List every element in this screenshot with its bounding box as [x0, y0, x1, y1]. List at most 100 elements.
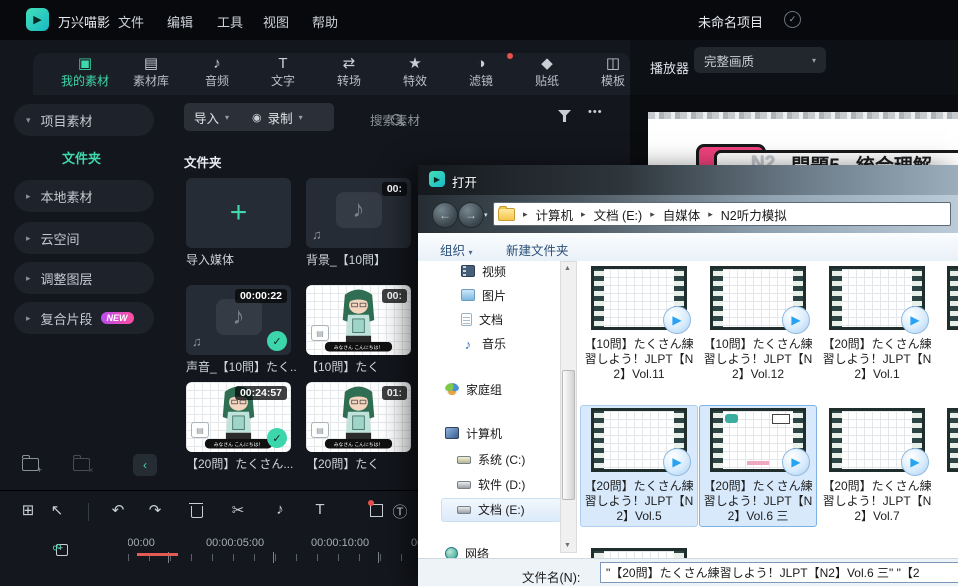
back-button[interactable]: ←: [432, 202, 458, 228]
file-item-partial-column[interactable]: [947, 408, 958, 472]
file-item-vol11[interactable]: ▶ 【10問】たくさん練習しよう！JLPT【N2】Vol.11: [583, 266, 695, 382]
media-item-label: 【20問】たくさん...: [186, 455, 296, 472]
sidebar-item-adjustment-layer[interactable]: ▸ 调整图层: [14, 262, 154, 294]
chevron-down-icon: ▾: [26, 115, 31, 126]
chevron-down-icon: ▾: [812, 56, 816, 65]
redo-icon[interactable]: ↷: [144, 501, 166, 519]
crop-icon[interactable]: [370, 504, 383, 517]
delete-icon[interactable]: [191, 506, 203, 518]
file-item-vol12[interactable]: ▶ 【10問】たくさん練習しよう！JLPT【N2】Vol.12: [702, 266, 814, 382]
new-folder-button[interactable]: 新建文件夹: [506, 240, 569, 259]
collapse-sidebar-button[interactable]: ‹: [133, 454, 157, 476]
media-item-label: 背景_【10問】: [306, 251, 418, 268]
tab-transition[interactable]: ⇄ 转场: [317, 55, 381, 95]
split-scissors-icon[interactable]: ✂: [227, 501, 249, 519]
sidebar-item-local-media[interactable]: ▸ 本地素材: [14, 180, 154, 212]
sidebar-item-pictures[interactable]: 图片: [461, 285, 506, 305]
filename-row: 文件名(N): "【20問】たくさん練習しよう！JLPT【N2】Vol.6 三"…: [418, 558, 958, 586]
sidebar-item-drive-d[interactable]: 软件 (D:): [457, 474, 525, 494]
tab-stickers[interactable]: ◆ 贴纸: [515, 55, 579, 95]
sidebar-item-project-media[interactable]: ▾ 项目素材: [14, 104, 154, 136]
undo-icon[interactable]: ↶: [107, 501, 129, 519]
tab-stock-media[interactable]: ▤ 素材库: [119, 55, 183, 95]
file-item-partial-column[interactable]: [947, 266, 958, 330]
breadcrumb-drive-e[interactable]: 文档 (E:): [594, 205, 643, 224]
layout-tool-icon[interactable]: ⊞: [17, 501, 39, 519]
breadcrumb-n2-folder[interactable]: N2听力模拟: [721, 205, 787, 224]
quick-text-icon[interactable]: Ⓣ: [389, 501, 411, 522]
timeline-ruler[interactable]: 00:00:00 00:00:05:00 00:00:10:00 00: [128, 536, 418, 566]
dialog-toolbar: 组织 ▾ 新建文件夹: [418, 233, 958, 262]
more-options-icon[interactable]: •••: [588, 106, 603, 118]
tab-text[interactable]: T 文字: [251, 55, 315, 95]
play-overlay-icon: ▶: [901, 448, 929, 476]
media-item-audio-voice[interactable]: ♪ ♫ 00:00:22 ✓: [186, 285, 291, 355]
scroll-down-icon[interactable]: ▼: [562, 542, 573, 549]
menu-help[interactable]: 帮助: [312, 12, 338, 31]
record-icon: ◉: [252, 111, 262, 124]
dialog-title-bar[interactable]: ▶ 打开: [418, 165, 958, 195]
menu-view[interactable]: 视图: [263, 12, 289, 31]
text-tool-icon[interactable]: T: [309, 501, 331, 518]
tab-audio[interactable]: ♪ 音频: [185, 55, 249, 95]
tab-filters[interactable]: ◑ 滤镜: [449, 55, 513, 95]
media-item-video-20q-a[interactable]: みなさん こんにちは！ ▤ 00:24:57 ✓: [186, 382, 291, 452]
sidebar-item-cloud[interactable]: ▸ 云空间: [14, 222, 154, 254]
app-name: 万兴喵影: [58, 12, 110, 31]
stickers-icon: ◆: [515, 55, 579, 72]
file-item-vol1[interactable]: ▶ 【20問】たくさん練習しよう！JLPT【N2】Vol.1: [821, 266, 933, 382]
breadcrumb-computer[interactable]: 计算机: [536, 205, 574, 224]
audio-icon: ♪: [185, 55, 249, 72]
sidebar-item-music[interactable]: ♪ 音乐: [461, 333, 506, 353]
filename-input[interactable]: "【20問】たくさん練習しよう！JLPT【N2】Vol.6 三" "【2: [600, 562, 958, 583]
recent-locations-chevron-icon[interactable]: ▾: [484, 211, 488, 219]
dialog-body: 视频 图片 文档 ♪ 音乐 家庭组 计算机: [418, 261, 958, 558]
import-media-tile[interactable]: +: [186, 178, 291, 248]
sidebar-item-compound-clip[interactable]: ▸ 复合片段 NEW: [14, 302, 154, 334]
quality-dropdown[interactable]: 完整画质 ▾: [694, 47, 826, 73]
in-use-check-icon: ✓: [267, 428, 287, 448]
select-tool-icon[interactable]: ↖: [46, 501, 68, 519]
delete-folder-icon[interactable]: ×: [73, 458, 90, 471]
menu-file[interactable]: 文件: [118, 12, 144, 31]
sidebar-item-drive-e[interactable]: 文档 (E:): [457, 499, 525, 519]
media-item-video-10q[interactable]: みなさん こんにちは！ ▤ 00:: [306, 285, 411, 355]
sidebar-item-videos[interactable]: 视频: [461, 261, 506, 281]
scroll-up-icon[interactable]: ▲: [562, 265, 573, 272]
sidebar-item-homegroup[interactable]: 家庭组: [445, 379, 502, 399]
detach-audio-icon[interactable]: ♪: [269, 501, 291, 518]
sidebar-item-documents[interactable]: 文档: [461, 309, 503, 329]
record-button[interactable]: ◉ 录制 ▾: [242, 103, 334, 131]
address-bar[interactable]: ▸ 计算机 ▸ 文档 (E:) ▸ 自媒体 ▸ N2听力模拟: [493, 202, 951, 226]
search-input[interactable]: 搜索素材: [370, 110, 420, 129]
chevron-right-icon: ▸: [578, 209, 589, 220]
app-logo-icon[interactable]: ▶: [26, 8, 49, 31]
menu-edit[interactable]: 编辑: [167, 12, 193, 31]
sidebar-item-network[interactable]: 网络: [445, 543, 489, 558]
organize-menu[interactable]: 组织 ▾: [440, 240, 473, 259]
menu-tools[interactable]: 工具: [217, 12, 243, 31]
effects-icon: ★: [383, 55, 447, 72]
music-note-icon: ♪: [336, 192, 382, 228]
file-item-vol6-selected[interactable]: ▶ 【20問】たくさん練習しよう！JLPT【N2】Vol.6 三: [699, 405, 817, 527]
sidebar-item-drive-c[interactable]: 系统 (C:): [457, 449, 525, 469]
media-item-audio-bg[interactable]: ♪ ♫ 00:: [306, 178, 411, 248]
file-item-vol5-selected[interactable]: ▶ 【20問】たくさん練習しよう！JLPT【N2】Vol.5: [580, 405, 698, 527]
media-item-video-20q-b[interactable]: みなさん こんにちは！ ▤ 01:: [306, 382, 411, 452]
sidebar-item-computer[interactable]: 计算机: [445, 423, 502, 443]
file-item-partial[interactable]: [591, 548, 687, 558]
music-notes-icon: ♫: [312, 227, 322, 242]
breadcrumb-self-media[interactable]: 自媒体: [663, 205, 701, 224]
scrollbar-thumb[interactable]: [562, 370, 575, 500]
sidebar-scrollbar[interactable]: ▲ ▼: [560, 261, 577, 553]
file-item-vol7[interactable]: ▶ 【20問】たくさん練習しよう！JLPT【N2】Vol.7: [821, 408, 933, 524]
link-icon[interactable]: ∞: [50, 538, 64, 555]
add-folder-icon[interactable]: +: [22, 458, 39, 471]
sidebar-item-folder-selected[interactable]: 文件夹: [62, 148, 101, 167]
music-notes-icon: ♫: [192, 334, 202, 349]
play-overlay-icon: ▶: [663, 448, 691, 476]
forward-button[interactable]: →: [458, 202, 484, 228]
tab-effects[interactable]: ★ 特效: [383, 55, 447, 95]
plus-icon: +: [230, 196, 248, 230]
tab-my-media[interactable]: ▣ 我的素材: [53, 55, 117, 95]
